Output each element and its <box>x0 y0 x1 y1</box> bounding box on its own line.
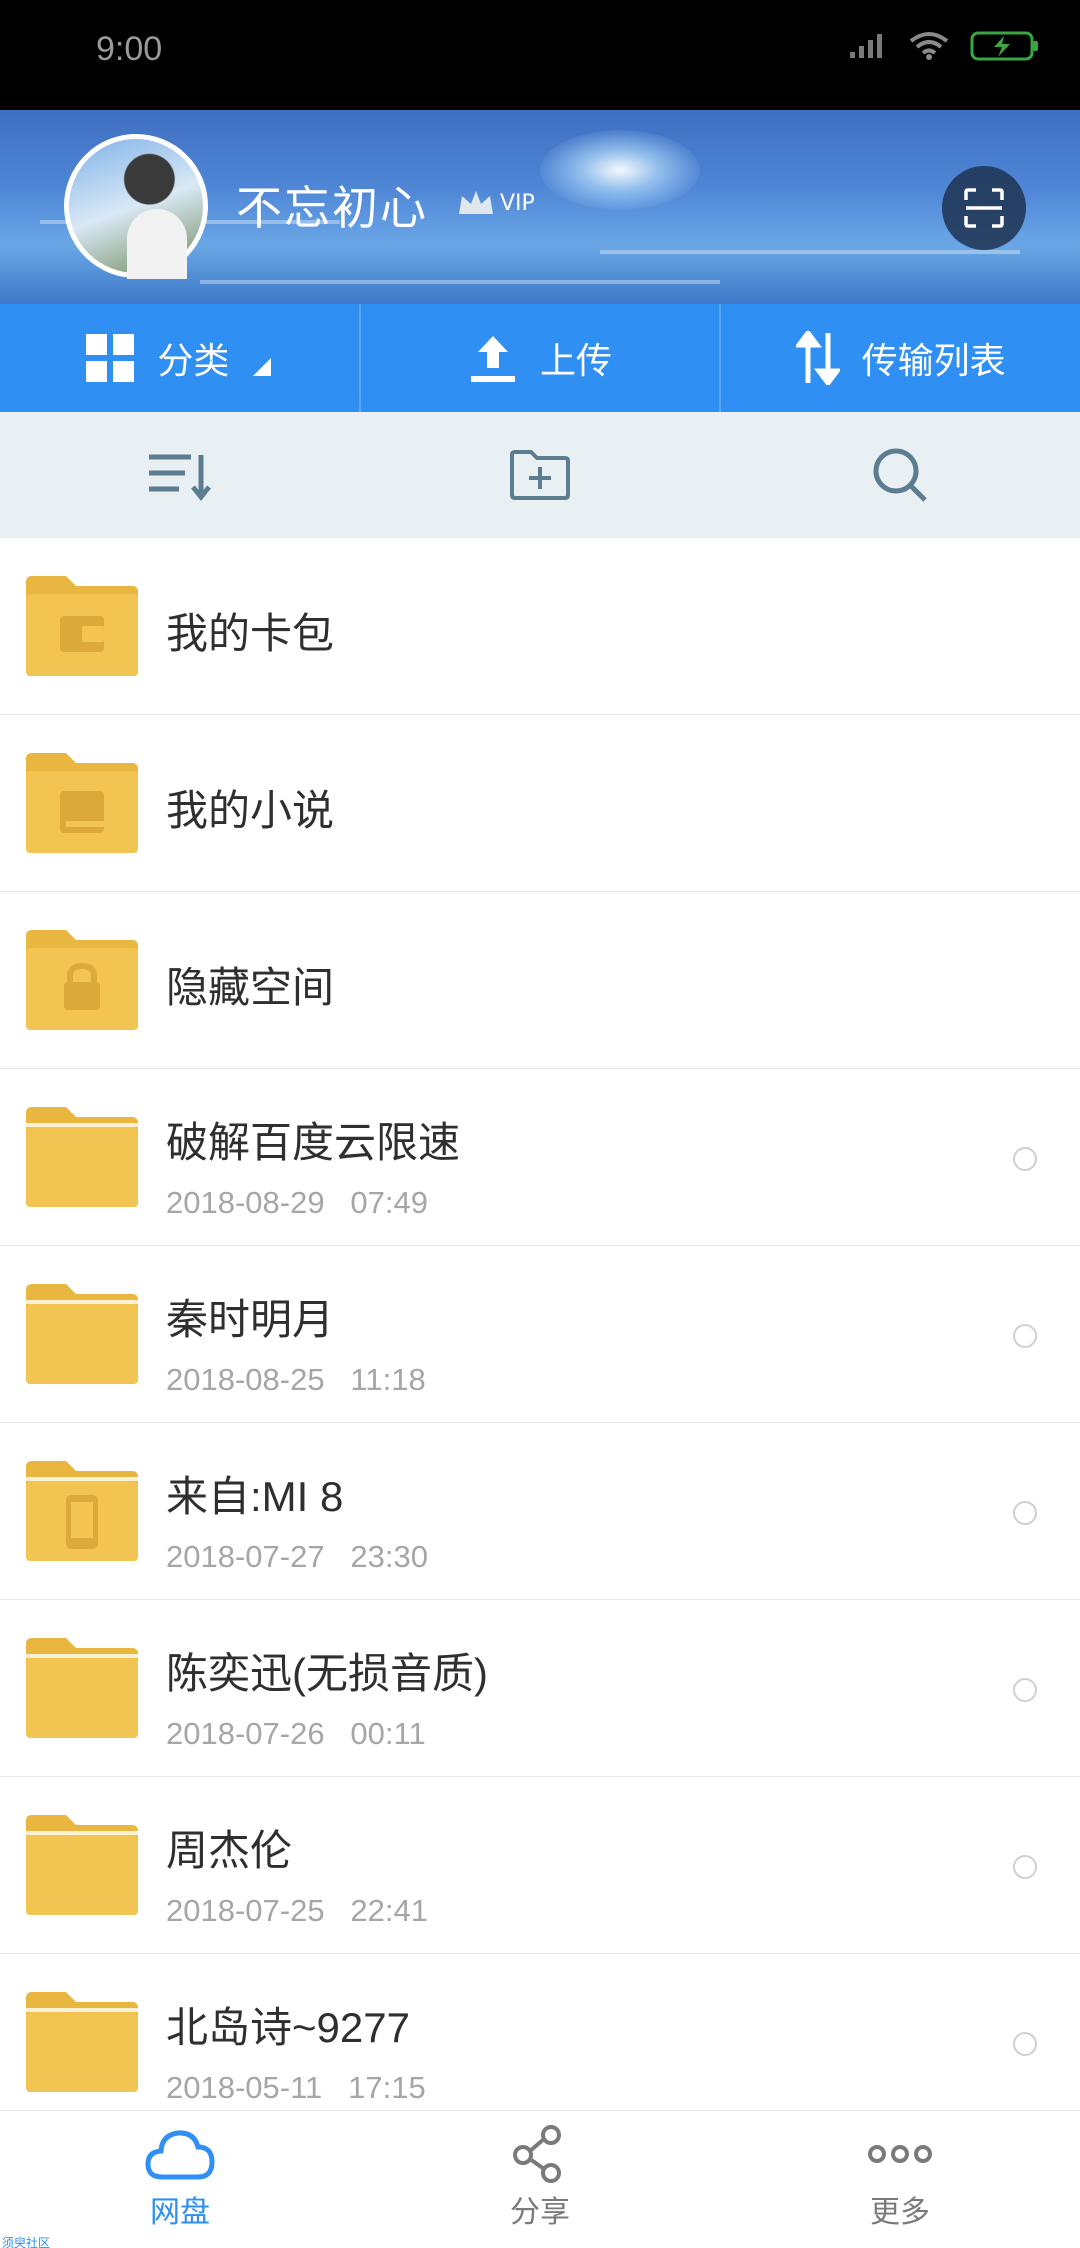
item-name: 北岛诗~9277 <box>166 2004 410 2051</box>
item-name: 我的小说 <box>166 787 335 834</box>
signal-icon <box>850 34 882 58</box>
list-item[interactable]: 秦时明月 2018-08-25 11:18 <box>0 1246 1080 1423</box>
folder-icon <box>26 1284 138 1384</box>
list-item[interactable]: 破解百度云限速 2018-08-29 07:49 <box>0 1069 1080 1246</box>
username[interactable]: 不忘初心 <box>236 172 428 238</box>
nav-cloud-label: 网盘 <box>150 2195 210 2230</box>
tab-transfer-label: 传输列表 <box>861 341 1006 382</box>
select-checkbox[interactable] <box>1013 1678 1037 1702</box>
nav-more-label: 更多 <box>870 2195 930 2230</box>
folder-icon <box>26 1107 138 1207</box>
tab-upload-label: 上传 <box>540 341 613 382</box>
action-tabs: 分类 上传 传输列表 <box>0 304 1080 412</box>
scan-icon <box>964 188 1004 228</box>
tab-category-label: 分类 <box>157 341 230 382</box>
lock-folder-icon <box>26 930 138 1030</box>
select-checkbox[interactable] <box>1013 1855 1037 1879</box>
item-name: 隐藏空间 <box>166 964 335 1011</box>
folder-icon <box>26 1992 138 2092</box>
cloud-icon <box>145 2130 215 2180</box>
vip-badge[interactable]: VIP <box>456 188 535 218</box>
nav-more[interactable]: 更多 <box>720 2111 1080 2248</box>
banner-sun-glow <box>540 130 700 210</box>
list-item[interactable]: 我的小说 <box>0 715 1080 892</box>
tab-category[interactable]: 分类 <box>0 304 361 412</box>
wallet-folder-icon <box>26 576 138 676</box>
new-folder-button[interactable] <box>360 412 720 538</box>
nav-share-label: 分享 <box>510 2195 570 2230</box>
select-checkbox[interactable] <box>1013 1501 1037 1525</box>
search-button[interactable] <box>720 412 1080 538</box>
sort-icon <box>149 454 211 501</box>
status-bar: 9:00 <box>0 0 1080 110</box>
folder-icon <box>26 1638 138 1738</box>
item-name: 陈奕迅(无损音质) <box>166 1650 488 1697</box>
file-list: 我的卡包 我的小说 隐藏空间 破解百度云限速 2018-08-29 07:49 <box>0 538 1080 2110</box>
battery-icon <box>970 31 1038 61</box>
avatar[interactable] <box>64 134 208 279</box>
list-item[interactable]: 来自:MI 8 2018-07-27 23:30 <box>0 1423 1080 1600</box>
select-checkbox[interactable] <box>1013 2032 1037 2056</box>
sort-button[interactable] <box>0 412 360 538</box>
item-name: 周杰伦 <box>166 1827 293 1874</box>
upload-icon <box>471 336 515 382</box>
scan-button[interactable] <box>942 166 1026 250</box>
crown-icon <box>459 191 493 214</box>
nav-share[interactable]: 分享 <box>360 2111 720 2248</box>
grid-icon <box>86 334 135 382</box>
avatar-figure <box>127 209 187 279</box>
dropdown-corner-icon <box>253 358 272 376</box>
status-time: 9:00 <box>96 30 163 68</box>
transfer-icon <box>795 331 840 385</box>
select-checkbox[interactable] <box>1013 1147 1037 1171</box>
wifi-icon <box>909 32 949 60</box>
list-item[interactable]: 北岛诗~9277 2018-05-11 17:15 <box>0 1954 1080 2110</box>
nav-cloud-disk[interactable]: 网盘 <box>0 2111 360 2248</box>
item-name: 来自:MI 8 <box>166 1473 344 1520</box>
watermark: 须臾社区 <box>2 2236 51 2248</box>
item-name: 破解百度云限速 <box>166 1119 461 1166</box>
share-icon <box>513 2125 561 2183</box>
select-checkbox[interactable] <box>1013 1324 1037 1348</box>
list-item[interactable]: 我的卡包 <box>0 538 1080 715</box>
folder-icon <box>26 1815 138 1915</box>
vip-label: VIP <box>500 190 535 216</box>
item-date: 2018-07-25 22:41 <box>166 1893 428 1928</box>
list-item[interactable]: 隐藏空间 <box>0 892 1080 1069</box>
book-folder-icon <box>26 753 138 853</box>
item-name: 秦时明月 <box>166 1296 335 1343</box>
file-toolbar <box>0 412 1080 538</box>
profile-header: 不忘初心 VIP <box>0 110 1080 304</box>
item-date: 2018-05-11 17:15 <box>166 2070 426 2105</box>
tab-upload[interactable]: 上传 <box>361 304 722 412</box>
phone-folder-icon <box>26 1461 138 1561</box>
bottom-nav: 网盘 分享 更多 <box>0 2110 1080 2248</box>
item-date: 2018-08-29 07:49 <box>166 1185 428 1220</box>
more-icon <box>868 2145 932 2163</box>
item-date: 2018-07-27 23:30 <box>166 1539 428 1574</box>
item-name: 我的卡包 <box>166 610 335 657</box>
banner-wave <box>200 280 720 284</box>
status-icons <box>848 30 1040 62</box>
tab-transfer-list[interactable]: 传输列表 <box>721 304 1080 412</box>
item-date: 2018-07-26 00:11 <box>166 1716 426 1751</box>
list-item[interactable]: 陈奕迅(无损音质) 2018-07-26 00:11 <box>0 1600 1080 1777</box>
search-icon <box>873 448 927 502</box>
new-folder-icon <box>510 450 570 500</box>
list-item[interactable]: 周杰伦 2018-07-25 22:41 <box>0 1777 1080 1954</box>
banner-wave <box>600 250 1020 254</box>
item-date: 2018-08-25 11:18 <box>166 1362 426 1397</box>
